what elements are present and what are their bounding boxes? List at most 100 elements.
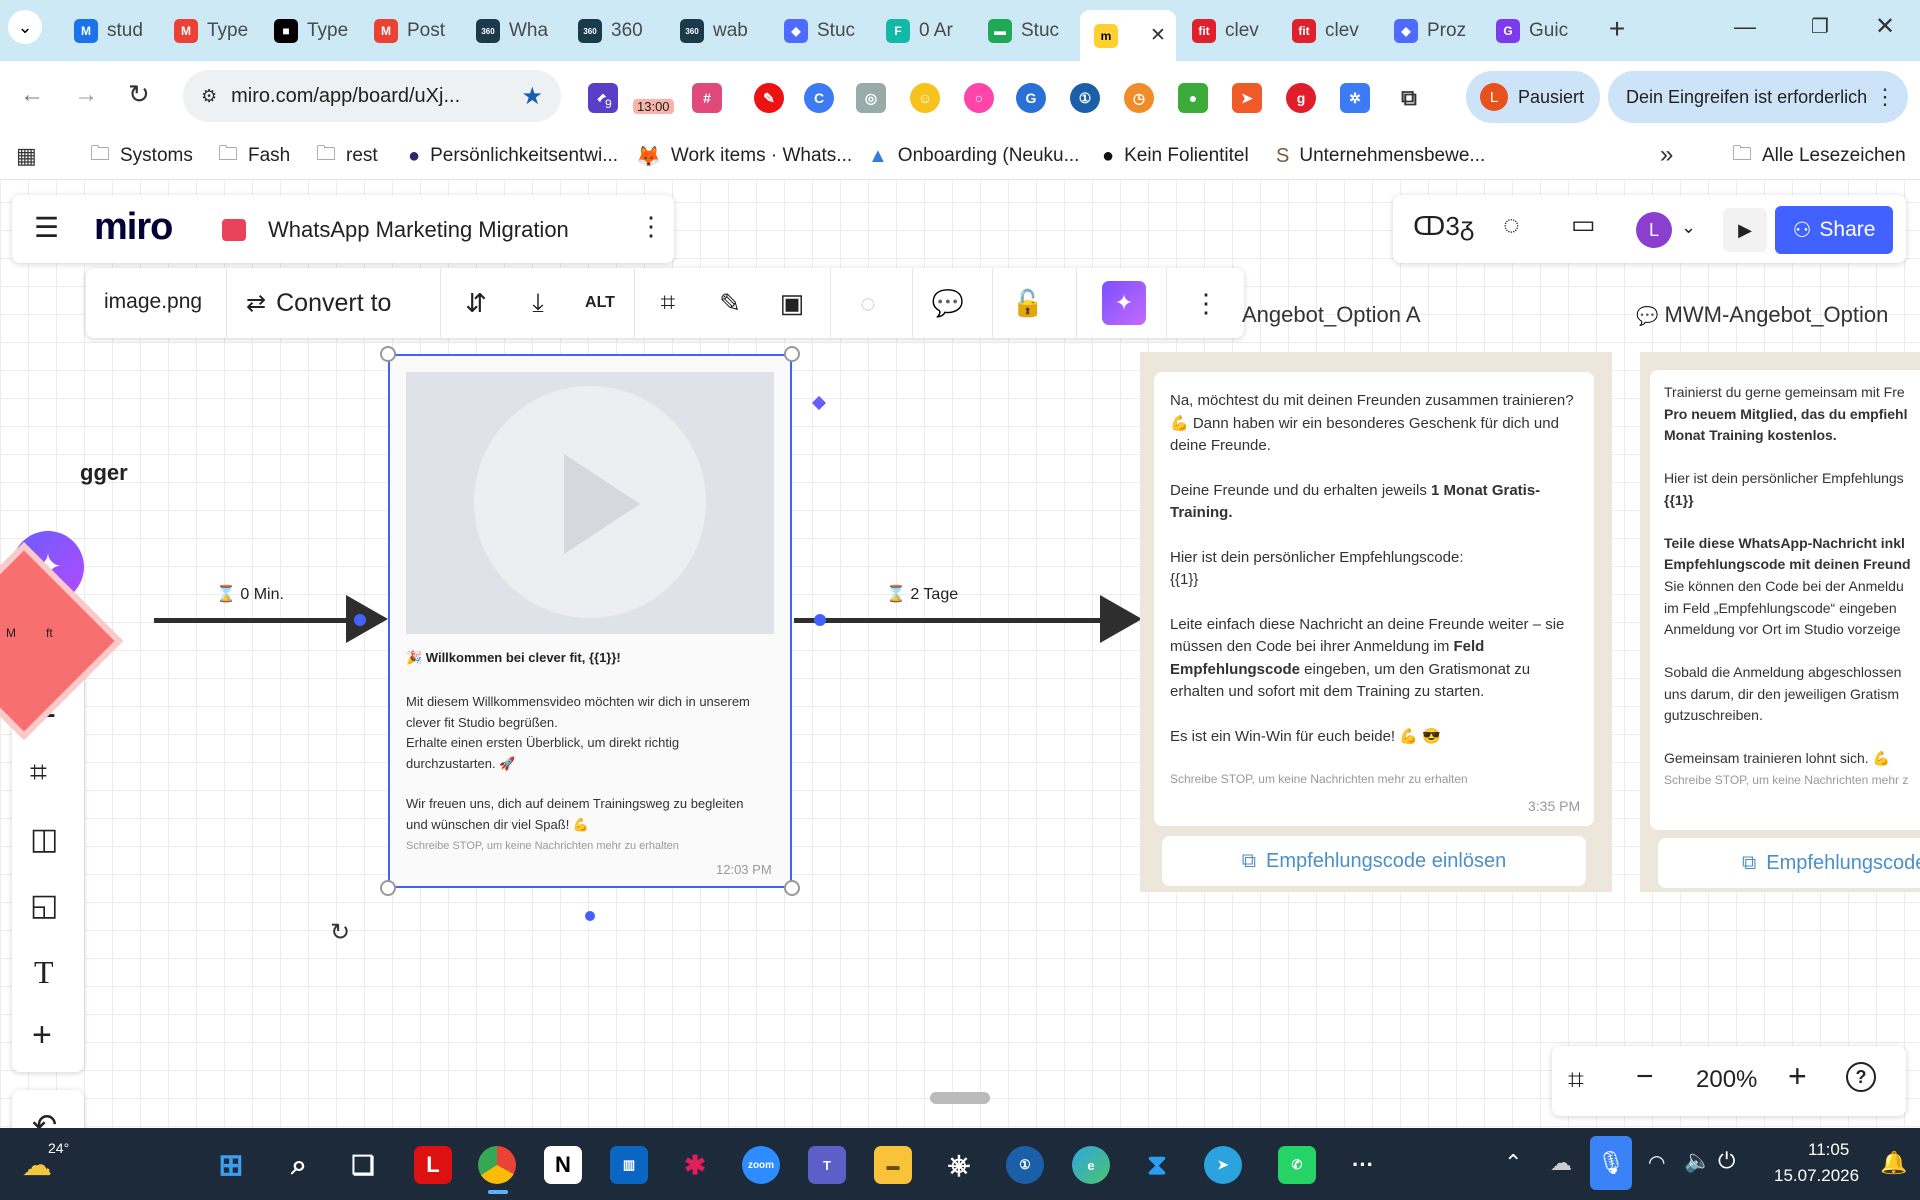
gear-extension-icon[interactable]: ✲ <box>1340 83 1370 113</box>
miro-extension-icon[interactable]: # <box>692 83 722 113</box>
download-icon[interactable]: ⤓ <box>516 282 560 324</box>
reload-button[interactable]: ↻ <box>128 79 150 110</box>
browser-tab[interactable]: ▬ Stuc <box>974 10 1068 52</box>
comment-icon[interactable]: 💬 <box>926 282 970 324</box>
taskbar-onepassword[interactable]: ① <box>1006 1146 1044 1184</box>
browser-tab[interactable]: G Guic <box>1482 10 1576 52</box>
grammarly-extension-icon[interactable]: G <box>1016 83 1046 113</box>
browser-tab[interactable]: ◆ Stuc <box>770 10 864 52</box>
bookmark-item[interactable]: 🦊 Work items · Whats... <box>636 133 852 179</box>
tray-chevron-up-icon[interactable]: ⌃ <box>1504 1150 1522 1176</box>
minimize-button[interactable]: — <box>1730 14 1760 44</box>
close-tab-icon[interactable]: ✕ <box>1150 24 1166 47</box>
new-tab-button[interactable]: + <box>1600 12 1634 46</box>
taskbar-more-icon[interactable]: ··· <box>1344 1146 1382 1184</box>
frame-tool-icon[interactable]: ⌗ <box>30 756 47 790</box>
taskbar-app-blue[interactable]: ▥ <box>610 1146 648 1184</box>
layout-tool-icon[interactable]: ◫ <box>30 822 58 857</box>
taskbar-slack[interactable]: ✱ <box>676 1146 714 1184</box>
resize-handle[interactable] <box>380 346 396 362</box>
browser-tab[interactable]: fit clev <box>1278 10 1372 52</box>
frame-title-option-a[interactable]: Angebot_Option A <box>1242 302 1421 328</box>
browser-tab[interactable]: M Post <box>360 10 454 52</box>
taskbar-whatsapp[interactable]: ✆ <box>1278 1146 1316 1184</box>
taskbar-teams[interactable]: T <box>808 1146 846 1184</box>
close-window-button[interactable]: ✕ <box>1870 12 1900 42</box>
bookmark-item[interactable]: ▲ Onboarding (Neuku... <box>868 133 1079 179</box>
browser-tab[interactable]: 360 wab <box>666 10 760 52</box>
connector-anchor[interactable] <box>811 395 827 411</box>
user-avatar[interactable]: L <box>1636 212 1672 248</box>
task-view-icon[interactable]: ❏ <box>344 1146 382 1184</box>
browser-tab[interactable]: ■ Type <box>260 10 354 52</box>
back-button[interactable]: ← <box>20 81 44 109</box>
resize-handle[interactable] <box>784 880 800 896</box>
address-bar[interactable]: ⚙ miro.com/app/board/uXj... ★ <box>183 70 561 122</box>
frame-select-icon[interactable]: ▣ <box>770 282 814 324</box>
connector-line[interactable] <box>154 618 360 623</box>
browser-tab[interactable]: M Type <box>160 10 254 52</box>
resize-handle[interactable] <box>380 880 396 896</box>
bookmark-item[interactable]: ● Persönlichkeitsentwi... <box>408 133 618 179</box>
taskbar-edge[interactable]: e <box>1072 1146 1110 1184</box>
browser-tab[interactable]: fit clev <box>1178 10 1272 52</box>
battery-icon[interactable]: ⏻ <box>1718 1148 1735 1174</box>
taskbar-l-app[interactable]: L <box>414 1146 452 1184</box>
main-menu-icon[interactable]: ☰ <box>34 211 59 244</box>
taskbar-search-icon[interactable]: ⌕ <box>280 1146 318 1184</box>
lock-icon[interactable]: 🔓 <box>1006 282 1050 324</box>
notifications-icon[interactable]: 🔔 <box>1880 1150 1907 1176</box>
bookmark-item[interactable]: 🗀 rest <box>316 133 378 179</box>
volume-icon[interactable]: 🔈 <box>1684 1148 1711 1174</box>
video-call-icon[interactable]: ▭ <box>1571 209 1596 240</box>
tab-search-button[interactable]: ⌄ <box>8 10 42 44</box>
presentation-play-button[interactable]: ▶ <box>1723 208 1767 252</box>
profile-chip[interactable]: L Pausiert <box>1466 71 1600 123</box>
fit-to-screen-icon[interactable]: ⌗ <box>1568 1064 1584 1097</box>
camera-extension-icon[interactable]: ◎ <box>856 83 886 113</box>
forward-button[interactable]: → <box>74 81 98 109</box>
emoji-extension-icon[interactable]: ☺ <box>910 83 940 113</box>
board-options-icon[interactable]: ⋮ <box>638 211 664 242</box>
frame-option-b[interactable]: Trainierst du gerne gemeinsam mit Fre Pr… <box>1640 352 1920 892</box>
convert-to-button[interactable]: ⇄ Convert to <box>246 282 391 324</box>
connector-anchor[interactable] <box>354 614 366 626</box>
browser-tab[interactable]: Mstud <box>60 10 154 52</box>
browser-tab[interactable]: ◆ Proz <box>1380 10 1474 52</box>
connector-anchor[interactable] <box>585 911 595 921</box>
filename-label[interactable]: image.png <box>104 290 202 314</box>
taskbar-notion[interactable]: N <box>544 1146 582 1184</box>
taskbar-chatgpt[interactable]: ⎈ <box>940 1146 978 1184</box>
onedrive-icon[interactable]: ☁ <box>1550 1150 1572 1176</box>
share-button[interactable]: ⚇ Share <box>1775 206 1893 254</box>
zoom-in-icon[interactable]: + <box>1788 1058 1807 1095</box>
text-tool-icon[interactable]: T <box>34 954 54 991</box>
rotate-handle-icon[interactable]: ↻ <box>330 918 350 947</box>
board-title[interactable]: WhatsApp Marketing Migration <box>268 217 569 243</box>
resize-handle[interactable] <box>784 346 800 362</box>
bookmark-item[interactable]: 🗀 Systoms <box>90 133 193 179</box>
taskbar-vscode[interactable]: ⧗ <box>1138 1146 1176 1184</box>
clock-date[interactable]: 15.07.2026 <box>1774 1166 1859 1186</box>
taskbar-explorer[interactable]: ▬ <box>874 1146 912 1184</box>
browser-tab[interactable]: 360 Wha <box>462 10 556 52</box>
miro-logo[interactable]: miro <box>94 206 173 249</box>
trigger-label[interactable]: gger <box>80 460 128 486</box>
more-bookmarks-icon[interactable]: » <box>1660 141 1673 169</box>
referral-button-b[interactable]: ⧉ Empfehlungscode <box>1658 838 1920 888</box>
resize-icon[interactable]: ⇵ <box>454 282 498 324</box>
referral-button-a[interactable]: ⧉ Empfehlungscode einlösen <box>1162 836 1586 886</box>
taskbar-zoom[interactable]: zoom <box>742 1146 780 1184</box>
alt-text-button[interactable]: ALT <box>578 282 622 324</box>
clock-extension-icon[interactable]: ◷ <box>1124 83 1154 113</box>
more-options-icon[interactable]: ⋮ <box>1184 282 1228 324</box>
frog-extension-icon[interactable]: ● <box>1178 83 1208 113</box>
pen-extension-icon[interactable]: ✎ <box>754 83 784 113</box>
microphone-icon[interactable]: 🎙 <box>1590 1136 1632 1190</box>
apps-grid-icon[interactable]: ▦ <box>16 143 37 169</box>
more-menu-icon[interactable]: ⋮ <box>1874 84 1896 110</box>
zoom-out-icon[interactable]: − <box>1636 1060 1654 1094</box>
comments-icon[interactable]: ◌ <box>1503 209 1520 241</box>
onepassword-extension-icon[interactable]: ① <box>1070 83 1100 113</box>
g-extension-icon[interactable]: g <box>1286 83 1316 113</box>
